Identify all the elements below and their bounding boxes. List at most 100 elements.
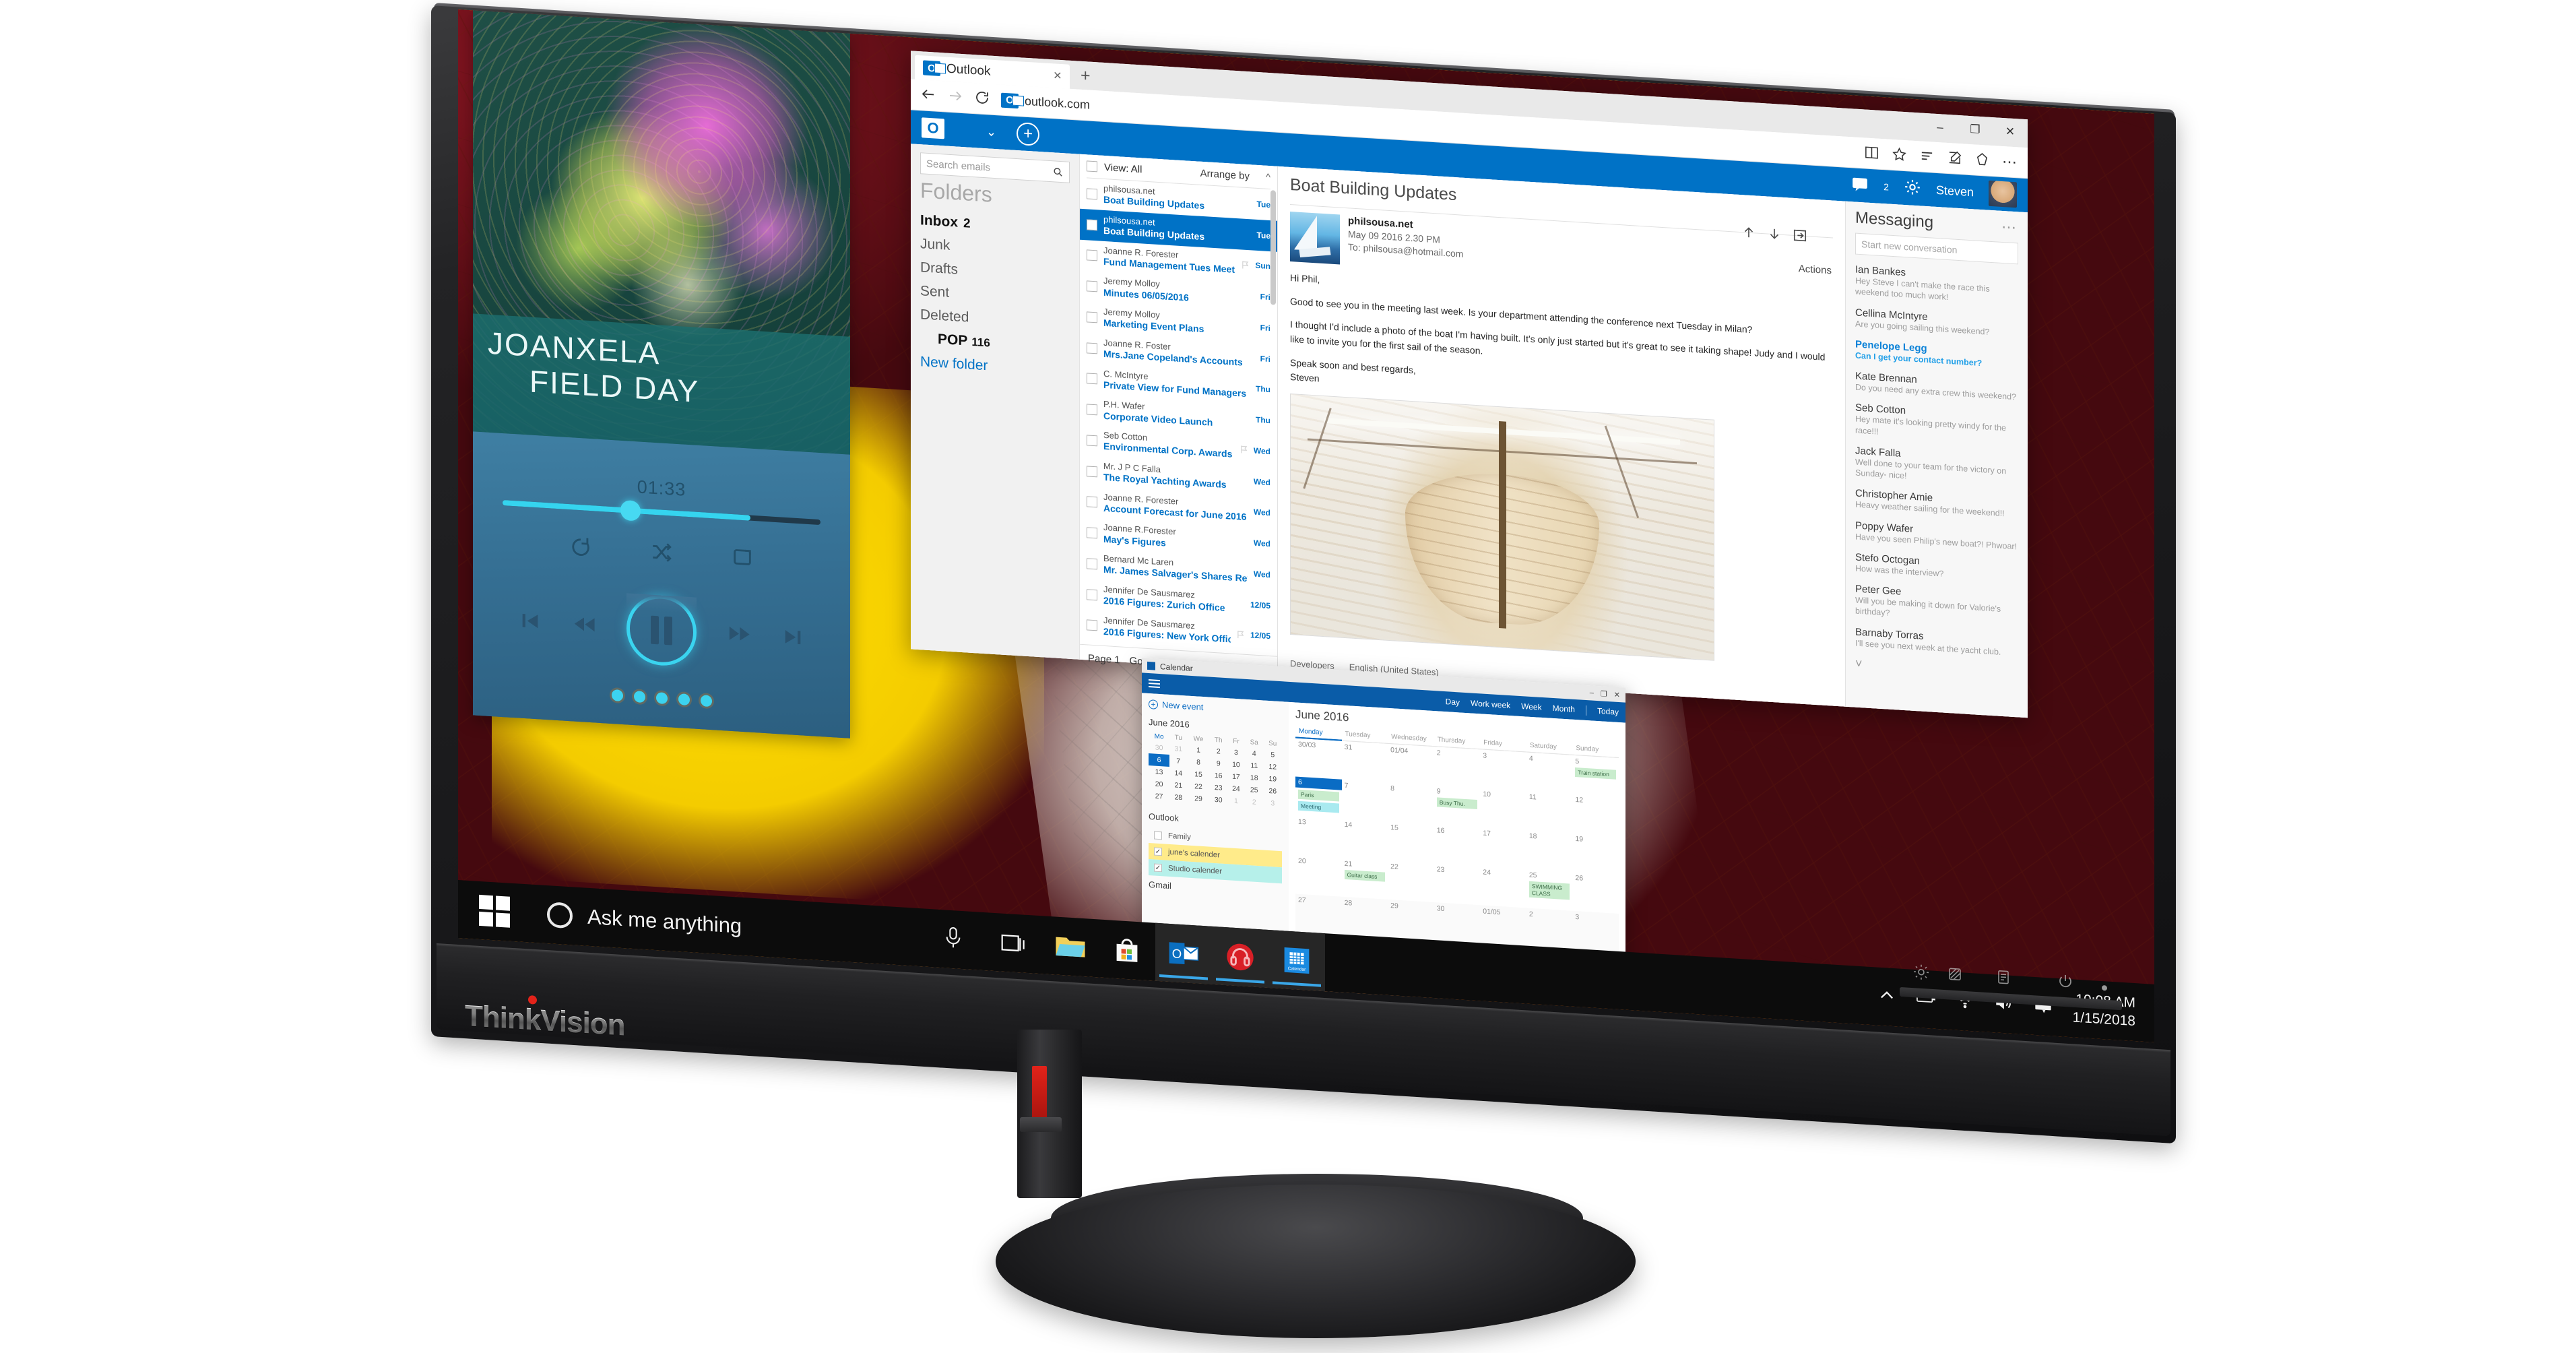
message-checkbox[interactable] bbox=[1087, 527, 1097, 539]
mini-calendar-day[interactable]: 2 bbox=[1245, 796, 1263, 809]
mini-calendar-day[interactable]: 8 bbox=[1187, 756, 1209, 769]
calendar-day-cell[interactable]: 3 bbox=[1572, 910, 1619, 953]
outlook-logo-icon[interactable]: O bbox=[922, 117, 944, 139]
fast-forward-icon[interactable] bbox=[728, 621, 750, 649]
calendar-checkbox[interactable]: ✓ bbox=[1154, 847, 1162, 856]
task-view-button[interactable] bbox=[986, 912, 1042, 974]
pause-button[interactable] bbox=[626, 593, 697, 668]
calendar-day-cell[interactable]: 25 SWIMMING CLASS bbox=[1526, 869, 1573, 911]
calendar-checkbox[interactable]: ✓ bbox=[1154, 863, 1162, 873]
view-week-button[interactable]: Week bbox=[1521, 701, 1541, 712]
mini-calendar-day[interactable]: 20 bbox=[1149, 778, 1169, 791]
calendar-day-cell[interactable]: 14 bbox=[1342, 819, 1388, 860]
page-dot[interactable] bbox=[611, 689, 623, 702]
avatar[interactable] bbox=[1989, 180, 2017, 208]
calendar-day-cell[interactable]: 12 bbox=[1572, 794, 1619, 836]
calendar-day-cell[interactable]: 15 bbox=[1388, 821, 1434, 863]
mini-calendar-day[interactable]: 27 bbox=[1149, 790, 1169, 803]
calendar-event[interactable]: Meeting bbox=[1298, 800, 1339, 813]
calendar-event[interactable]: Train station bbox=[1575, 767, 1616, 780]
calendar-day-cell[interactable]: 01/04 bbox=[1388, 743, 1434, 785]
edge-browser-window[interactable]: O Outlook × + – ❐ ✕ O outlook.com ⋯ O ⌄ … bbox=[911, 51, 2028, 718]
mini-calendar-day[interactable]: 1 bbox=[1187, 744, 1209, 757]
calendar-day-cell[interactable]: 18 bbox=[1526, 830, 1573, 872]
mini-calendar-day[interactable]: 21 bbox=[1169, 779, 1187, 792]
calendar-minimize-button[interactable]: – bbox=[1590, 689, 1594, 697]
collapse-chevron-icon[interactable]: ^ bbox=[1266, 171, 1270, 183]
show-hidden-icons-chevron[interactable] bbox=[1877, 985, 1896, 1009]
view-month-button[interactable]: Month bbox=[1553, 703, 1575, 714]
chevron-down-icon[interactable]: ⌄ bbox=[986, 125, 996, 139]
web-note-icon[interactable] bbox=[1947, 149, 1962, 167]
favorites-star-icon[interactable] bbox=[1892, 146, 1907, 164]
sidebar-item-junk[interactable]: Junk bbox=[920, 236, 1070, 261]
close-window-button[interactable]: ✕ bbox=[1993, 120, 2028, 144]
calendar-checkbox[interactable] bbox=[1154, 831, 1162, 840]
message-checkbox[interactable] bbox=[1087, 619, 1097, 631]
calendar-day-cell[interactable]: 27 bbox=[1295, 893, 1342, 936]
calendar-day-cell[interactable]: 24 bbox=[1480, 866, 1526, 908]
calendar-day-cell[interactable]: 5 Train station bbox=[1572, 755, 1619, 796]
calendar-day-cell[interactable]: 11 bbox=[1526, 791, 1573, 833]
calendar-day-cell[interactable]: 16 bbox=[1434, 824, 1481, 866]
message-checkbox[interactable] bbox=[1087, 188, 1097, 200]
mini-calendar-day[interactable]: 5 bbox=[1263, 749, 1282, 762]
mini-calendar-day[interactable]: 22 bbox=[1187, 780, 1209, 794]
mini-calendar-day[interactable]: 24 bbox=[1227, 782, 1245, 796]
calendar-day-cell[interactable]: 30/03 bbox=[1295, 737, 1342, 779]
conversation-item[interactable]: Barnaby Torras I'll see you next week at … bbox=[1855, 626, 2018, 658]
move-to-folder-icon[interactable] bbox=[1793, 228, 1807, 245]
start-button[interactable] bbox=[458, 880, 531, 943]
message-checkbox[interactable] bbox=[1087, 219, 1097, 230]
message-checkbox[interactable] bbox=[1087, 342, 1097, 354]
power-icon[interactable] bbox=[2057, 972, 2073, 993]
calendar-day-cell[interactable]: 9 Busy Thu. bbox=[1434, 785, 1481, 827]
mini-calendar-day[interactable]: 4 bbox=[1245, 747, 1263, 761]
calendar-day-cell[interactable]: 7 bbox=[1342, 780, 1388, 821]
message-checkbox[interactable] bbox=[1087, 589, 1097, 600]
contrast-icon[interactable] bbox=[1947, 966, 1963, 986]
mini-calendar-day[interactable]: 31 bbox=[1169, 743, 1187, 756]
calendar-month-grid[interactable]: Monday Tuesday Wednesday Thursday Friday Satu… bbox=[1295, 725, 1619, 953]
flag-icon[interactable] bbox=[1240, 445, 1248, 455]
calendar-day-cell[interactable]: 4 bbox=[1526, 752, 1573, 794]
calendar-day-cell[interactable]: 6 Paris Meeting bbox=[1295, 776, 1342, 818]
mini-calendar-day[interactable]: 23 bbox=[1210, 782, 1227, 795]
message-checkbox[interactable] bbox=[1087, 466, 1097, 477]
progress-knob[interactable] bbox=[620, 499, 641, 522]
forward-icon[interactable] bbox=[947, 88, 963, 106]
calendar-event[interactable]: SWIMMING CLASS bbox=[1528, 881, 1570, 900]
conversation-item[interactable]: Ian Bankes Hey Steve I can't make the rac… bbox=[1855, 264, 2018, 307]
calendar-close-button[interactable]: ✕ bbox=[1614, 690, 1620, 699]
page-dots[interactable] bbox=[473, 681, 850, 715]
calendar-event[interactable]: Guitar class bbox=[1344, 869, 1386, 882]
conversation-item[interactable]: Kate Brennan Do you need any extra crew t… bbox=[1855, 371, 2018, 403]
calendar-day-cell[interactable]: 26 bbox=[1572, 872, 1619, 914]
mini-calendar-day[interactable]: 30 bbox=[1149, 741, 1169, 755]
new-tab-button[interactable]: + bbox=[1070, 65, 1101, 91]
messages-icon[interactable] bbox=[1851, 175, 1869, 197]
message-checkbox[interactable] bbox=[1087, 558, 1097, 570]
mini-calendar-day[interactable]: 28 bbox=[1169, 791, 1187, 805]
calendar-day-cell[interactable]: 2 bbox=[1434, 746, 1481, 788]
mini-calendar-day[interactable]: 30 bbox=[1210, 794, 1227, 807]
today-button[interactable]: Today bbox=[1597, 706, 1619, 717]
messaging-scroll-chevron-icon[interactable]: ˅ bbox=[1855, 656, 2018, 681]
new-folder-link[interactable]: New folder bbox=[920, 354, 1070, 379]
close-tab-icon[interactable]: × bbox=[1054, 67, 1062, 84]
conversation-item[interactable]: Jack Falla Well done to your team for the… bbox=[1855, 445, 2018, 488]
conversation-item[interactable]: Penelope Legg Can I get your contact numb… bbox=[1855, 338, 2018, 371]
calendar-day-cell[interactable]: 2 bbox=[1526, 908, 1573, 950]
actions-menu[interactable]: Actions bbox=[1799, 263, 1832, 276]
calendar-icon[interactable]: Calendar bbox=[1268, 929, 1326, 992]
calendar-day-cell[interactable]: 13 bbox=[1295, 815, 1342, 857]
mini-calendar-day[interactable]: 16 bbox=[1210, 769, 1227, 783]
maximize-button[interactable]: ❐ bbox=[1958, 118, 1993, 141]
calendar-day-cell[interactable]: 10 bbox=[1480, 788, 1526, 829]
calendar-maximize-button[interactable]: ❐ bbox=[1601, 689, 1607, 699]
select-all-checkbox[interactable] bbox=[1087, 160, 1097, 172]
view-work-week-button[interactable]: Work week bbox=[1471, 698, 1510, 710]
message-checkbox[interactable] bbox=[1087, 373, 1097, 385]
calendar-day-cell[interactable]: 19 bbox=[1572, 833, 1619, 875]
sidebar-item-sent[interactable]: Sent bbox=[920, 283, 1070, 309]
